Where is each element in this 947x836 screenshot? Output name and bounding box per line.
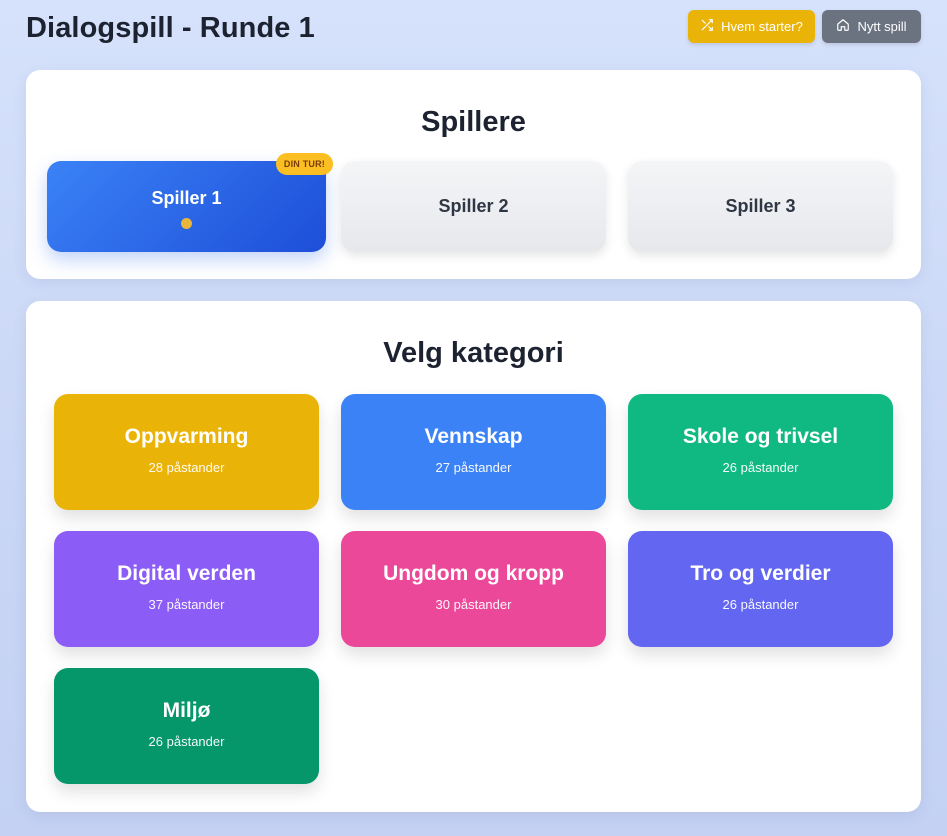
new-game-label: Nytt spill — [857, 19, 907, 34]
players-panel: Spillere DIN TUR! Spiller 1 Spiller 2 Sp… — [26, 70, 921, 279]
category-card-vennskap[interactable]: Vennskap 27 påstander — [341, 394, 606, 510]
player-name: Spiller 3 — [725, 196, 796, 216]
category-name: Oppvarming — [124, 425, 249, 448]
category-name: Ungdom og kropp — [383, 562, 564, 585]
who-starts-label: Hvem starter? — [721, 19, 803, 34]
who-starts-button[interactable]: Hvem starter? — [688, 10, 815, 43]
page-header: Dialogspill - Runde 1 Hvem starter? Nytt… — [26, 0, 921, 56]
category-count: 37 påstander — [148, 597, 225, 612]
category-count: 26 påstander — [148, 734, 225, 749]
category-count: 26 påstander — [722, 460, 799, 475]
category-card-oppvarming[interactable]: Oppvarming 28 påstander — [54, 394, 319, 510]
category-card-skole-og-trivsel[interactable]: Skole og trivsel 26 påstander — [628, 394, 893, 510]
turn-indicator-dot-icon — [181, 218, 192, 229]
player-card-1[interactable]: DIN TUR! Spiller 1 — [47, 153, 333, 252]
category-count: 26 påstander — [722, 597, 799, 612]
category-name: Digital verden — [117, 562, 256, 585]
category-card-ungdom-og-kropp[interactable]: Ungdom og kropp 30 påstander — [341, 531, 606, 647]
category-card-digital-verden[interactable]: Digital verden 37 påstander — [54, 531, 319, 647]
category-name: Skole og trivsel — [682, 425, 839, 448]
page-title: Dialogspill - Runde 1 — [26, 12, 315, 44]
category-count: 28 påstander — [148, 460, 225, 475]
category-card-miljo[interactable]: Miljø 26 påstander — [54, 668, 319, 784]
shuffle-icon — [700, 18, 714, 35]
new-game-button[interactable]: Nytt spill — [822, 10, 921, 43]
category-name: Miljø — [162, 699, 211, 722]
categories-title: Velg kategori — [383, 337, 564, 369]
category-count: 30 påstander — [435, 597, 512, 612]
player-card-3[interactable]: Spiller 3 — [628, 161, 893, 252]
category-name: Vennskap — [424, 425, 523, 448]
players-title: Spillere — [421, 106, 526, 138]
category-name: Tro og verdier — [690, 562, 831, 585]
player-card-2[interactable]: Spiller 2 — [341, 161, 606, 252]
categories-panel: Velg kategori Oppvarming 28 påstander Ve… — [26, 301, 921, 812]
player-name: Spiller 2 — [438, 196, 509, 216]
home-icon — [836, 18, 850, 35]
category-card-tro-og-verdier[interactable]: Tro og verdier 26 påstander — [628, 531, 893, 647]
category-count: 27 påstander — [435, 460, 512, 475]
your-turn-badge: DIN TUR! — [275, 153, 333, 175]
player-name: Spiller 1 — [151, 188, 222, 208]
